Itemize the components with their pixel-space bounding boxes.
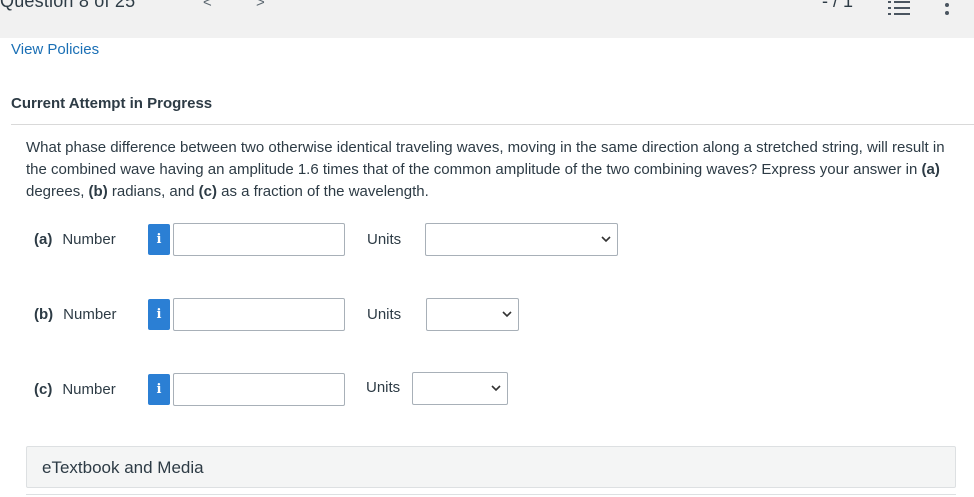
answer-b-number-label: Number <box>63 306 117 323</box>
answer-c-number-input[interactable] <box>173 373 345 406</box>
answer-c-info-button[interactable]: i <box>148 374 170 405</box>
answer-c-units-select[interactable] <box>412 372 508 405</box>
answer-c-number-label: Number <box>62 381 116 398</box>
attempt-heading: Current Attempt in Progress <box>11 95 213 112</box>
answer-a-number-label: Number <box>62 231 116 248</box>
answer-a-info-button[interactable]: i <box>148 224 170 255</box>
question-text-part: as a fraction of the wavelength. <box>216 183 429 200</box>
part-a-ref: (a) <box>921 161 940 178</box>
etextbook-media-panel[interactable]: eTextbook and Media <box>26 446 956 488</box>
answer-b-number-input[interactable] <box>173 298 345 331</box>
question-text-part: degrees, <box>26 183 89 200</box>
answer-b-units-label: Units <box>367 306 402 323</box>
part-c-ref: (c) <box>198 183 217 200</box>
answer-b-label: (b) Number <box>34 306 117 323</box>
view-policies-link[interactable]: View Policies <box>11 41 99 58</box>
answer-c-label: (c) Number <box>34 381 116 398</box>
chevron-down-icon <box>601 236 611 243</box>
part-b-ref: (b) <box>88 183 108 200</box>
chevron-down-icon <box>502 311 512 318</box>
divider <box>26 494 956 495</box>
assignment-header: Question 8 of 25 < > - / 1 <box>0 0 974 38</box>
chevron-down-icon <box>491 385 501 392</box>
answer-c-units-label: Units <box>366 379 401 396</box>
question-card: What phase difference between two otherw… <box>11 124 974 497</box>
answer-a-units-select[interactable] <box>425 223 618 256</box>
question-list-icon[interactable] <box>888 0 910 16</box>
question-text-part: What phase difference between two otherw… <box>26 139 945 178</box>
answer-a-number-input[interactable] <box>173 223 345 256</box>
question-text: What phase difference between two otherw… <box>26 137 956 203</box>
previous-question-button[interactable]: < <box>203 0 212 11</box>
more-options-icon[interactable] <box>944 1 950 17</box>
answer-a-letter: (a) <box>34 231 53 248</box>
score-display: - / 1 <box>822 0 854 11</box>
answer-b-info-button[interactable]: i <box>148 299 170 330</box>
answer-b-letter: (b) <box>34 306 54 323</box>
answer-a-label: (a) Number <box>34 231 116 248</box>
question-text-part: radians, and <box>107 183 199 200</box>
answer-b-units-select[interactable] <box>426 298 519 331</box>
question-position: Question 8 of 25 <box>0 0 136 11</box>
etextbook-label: eTextbook and Media <box>42 458 204 477</box>
answer-a-units-label: Units <box>367 231 402 248</box>
next-question-button[interactable]: > <box>256 0 265 11</box>
answer-c-letter: (c) <box>34 381 53 398</box>
